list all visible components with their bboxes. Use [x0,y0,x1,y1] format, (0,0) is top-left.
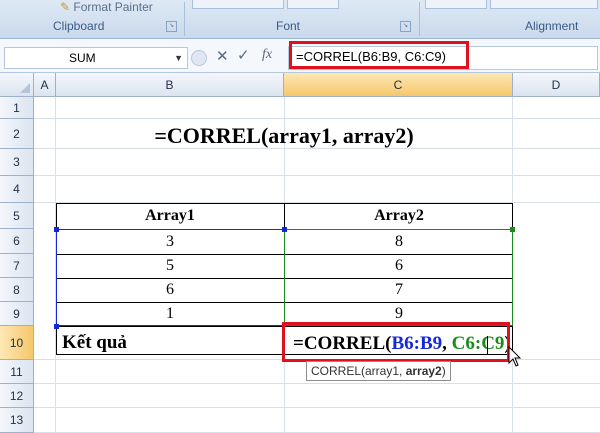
column-header-a[interactable]: A [34,73,56,97]
range-highlight-b6-b9 [56,229,285,326]
column-header-c[interactable]: C [284,73,513,97]
enter-checkmark-icon[interactable]: ✓ [237,46,250,64]
resize-grip-icon[interactable] [191,50,207,66]
column-header-b[interactable]: B [56,73,284,97]
font-controls-stub[interactable] [192,0,284,9]
gridline [34,118,600,119]
alignment-controls-stub-2[interactable] [490,0,598,9]
format-painter-button[interactable]: ✎ Format Painter [60,0,153,14]
ribbon-separator [419,2,420,36]
range-handle[interactable] [282,227,287,232]
row-header-1[interactable]: 1 [0,97,34,119]
gridline [34,175,600,176]
row-header-7[interactable]: 7 [0,254,34,278]
clipboard-group-label: Clipboard [53,19,105,33]
tooltip-bold-arg: array2 [405,364,442,378]
row-header-6[interactable]: 6 [0,229,34,254]
row-header-5[interactable]: 5 [0,203,34,229]
tooltip-prefix: CORREL(array1, [311,364,406,378]
row-header-8[interactable]: 8 [0,278,34,302]
row-header-4[interactable]: 4 [0,176,34,203]
clipboard-dialog-launcher-icon[interactable]: ↘ [166,21,177,32]
function-tooltip[interactable]: CORREL(array1, array2) [306,361,451,381]
column-header-d[interactable]: D [513,73,600,97]
range-handle[interactable] [54,324,59,329]
row-header-9[interactable]: 9 [0,302,34,326]
row-header-3[interactable]: 3 [0,149,34,176]
paintbrush-icon: ✎ [60,0,71,14]
mouse-pointer-icon [508,346,522,367]
font-dialog-launcher-icon[interactable]: ↘ [400,21,411,32]
name-box[interactable]: SUM ▼ [4,47,188,69]
table-header-array1[interactable]: Array1 [56,204,284,228]
chevron-down-icon[interactable]: ▼ [174,48,183,68]
font-group-label: Font [276,19,301,33]
table-header-array2[interactable]: Array2 [285,204,513,228]
row-header-13[interactable]: 13 [0,408,34,433]
name-box-value: SUM [69,51,96,65]
ribbon-separator [184,2,185,36]
ribbon: ✎ Format Painter Clipboard ↘ Font ↘ Alig… [0,0,600,39]
row-header-2[interactable]: 2 [0,119,34,149]
row-header-10[interactable]: 10 [0,326,34,360]
alignment-controls-stub[interactable] [425,0,487,9]
range-highlight-c6-c9 [284,229,513,326]
result-label: Kết quả [62,332,127,353]
cell-highlight-box [282,322,510,362]
formula-syntax-heading: =CORREL(array1, array2) [154,123,414,148]
font-size-stub[interactable] [287,0,339,9]
row-header-12[interactable]: 12 [0,384,34,408]
select-all-corner[interactable] [0,73,34,97]
insert-function-button[interactable]: fx [262,47,272,63]
alignment-group-label: Alignment [525,19,579,33]
gridline [34,407,600,408]
range-handle[interactable] [54,227,59,232]
range-handle[interactable] [510,227,515,232]
formula-highlight-box [289,41,469,69]
row-header-11[interactable]: 11 [0,360,34,384]
gridline [34,383,600,384]
tooltip-suffix: ) [441,364,446,378]
cancel-icon[interactable]: ✕ [216,47,229,65]
